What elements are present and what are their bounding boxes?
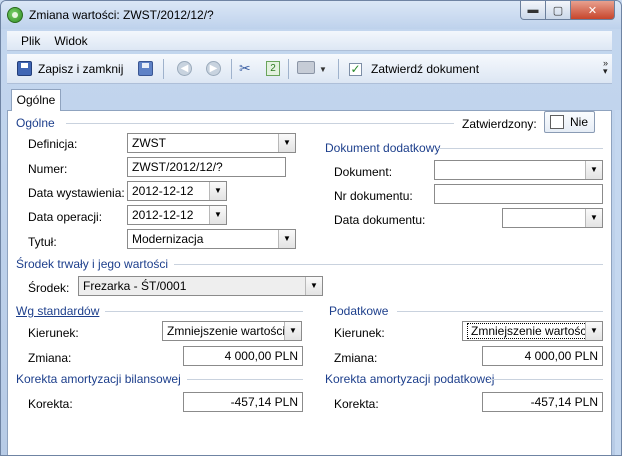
section-divider <box>397 311 603 312</box>
data-operacji-value: 2012-12-12 <box>132 208 194 222</box>
definicja-value: ZWST <box>132 136 166 150</box>
numer-input[interactable]: ZWST/2012/12/? <box>127 157 286 177</box>
approve-icon[interactable]: ✓ <box>349 63 362 76</box>
korekta-label: Korekta: <box>334 397 379 411</box>
tytul-select[interactable]: Modernizacja ▼ <box>127 229 296 249</box>
window-title: Zmiana wartości: ZWST/2012/12/? <box>29 8 214 22</box>
section-divider <box>437 148 603 149</box>
approved-label: Zatwierdzony: <box>462 117 537 131</box>
kierunek-standards-value: Zmniejszenie wartości <box>167 324 286 338</box>
data-wystawienia-label: Data wystawienia: <box>28 186 125 200</box>
section-title-standards: Wg standardów <box>16 304 100 318</box>
title-bar: Zmiana wartości: ZWST/2012/12/? ▬ ▢ ✕ <box>1 1 621 29</box>
section-title-general: Ogólne <box>16 116 55 130</box>
section-title-asset: Środek trwały i jego wartości <box>16 257 169 271</box>
nr-dokumentu-label: Nr dokumentu: <box>334 189 413 203</box>
srodek-value: Frezarka - ŚT/0001 <box>83 279 187 293</box>
chevron-down-icon[interactable]: ▼ <box>585 161 602 179</box>
kierunek-tax-select[interactable]: Zmniejszenie wartości ▼ <box>462 321 603 341</box>
data-operacji-label: Data operacji: <box>28 210 103 224</box>
chevron-down-icon[interactable]: ▼ <box>209 182 226 200</box>
zmiana-label: Zmiana: <box>334 351 378 365</box>
close-icon: ✕ <box>587 4 598 17</box>
chevron-down-icon[interactable]: ▼ <box>209 206 226 224</box>
zmiana-standards-input[interactable]: 4 000,00 PLN <box>183 346 303 366</box>
kierunek-label: Kierunek: <box>334 326 385 340</box>
save-close-button[interactable]: Zapisz i zamknij <box>38 62 123 76</box>
toolbar-overflow-icon[interactable]: » ▾ <box>603 59 608 76</box>
toolbar: Zapisz i zamknij ◀ ▶ ✂ 2 ▼ ✓ Zatwierdź d… <box>7 54 612 84</box>
approved-toggle[interactable]: Nie <box>544 111 595 133</box>
minimize-icon: ▬ <box>527 4 539 16</box>
chevron-down-icon[interactable]: ▼ <box>284 322 301 340</box>
app-icon <box>7 7 23 23</box>
form-panel: Ogólne Zatwierdzony: Nie Definicja: ZWST… <box>7 110 612 455</box>
nr-dokumentu-input[interactable] <box>434 184 603 204</box>
save-icon[interactable] <box>138 61 153 76</box>
maximize-icon: ▢ <box>552 4 564 17</box>
toolbar-separator <box>288 59 289 79</box>
section-title-tax-correction: Korekta amortyzacji podatkowej <box>325 372 495 386</box>
menu-bar: Plik Widok <box>7 31 612 51</box>
close-button[interactable]: ✕ <box>571 1 615 20</box>
definicja-label: Definicja: <box>28 137 78 151</box>
chevron-down-icon[interactable]: ▼ <box>278 230 295 248</box>
toolbar-separator <box>231 59 232 79</box>
tytul-value: Modernizacja <box>132 232 204 246</box>
korekta-balance-input[interactable]: -457,14 PLN <box>183 392 303 412</box>
kierunek-standards-select[interactable]: Zmniejszenie wartości ▼ <box>162 321 302 341</box>
data-dokumentu-picker[interactable]: ▼ <box>502 208 603 228</box>
data-dokumentu-label: Data dokumentu: <box>334 213 426 227</box>
print-dropdown-icon[interactable]: ▼ <box>319 65 327 81</box>
dokument-select[interactable]: ▼ <box>434 160 603 180</box>
chevron-down-icon[interactable]: ▼ <box>305 277 322 295</box>
chevron-down-icon[interactable]: ▼ <box>278 134 295 152</box>
toolbar-separator <box>338 59 339 79</box>
tab-ogolne[interactable]: Ogólne <box>11 89 61 111</box>
tytul-label: Tytuł: <box>28 235 57 249</box>
data-wystawienia-picker[interactable]: 2012-12-12 ▼ <box>127 181 227 201</box>
forward-icon[interactable]: ▶ <box>206 61 221 76</box>
approve-document-button[interactable]: Zatwierdź dokument <box>371 62 479 76</box>
korekta-tax-input[interactable]: -457,14 PLN <box>482 392 603 412</box>
dialog-window: Zmiana wartości: ZWST/2012/12/? ▬ ▢ ✕ Pl… <box>0 0 622 456</box>
window-frame-right <box>615 110 621 455</box>
zmiana-tax-input[interactable]: 4 000,00 PLN <box>482 346 603 366</box>
section-title-balance-correction: Korekta amortyzacji bilansowej <box>16 372 181 386</box>
save-icon[interactable] <box>17 61 32 76</box>
section-title-additional-doc: Dokument dodatkowy <box>325 141 441 155</box>
zmiana-label: Zmiana: <box>28 351 72 365</box>
section-divider <box>187 379 303 380</box>
window-controls: ▬ ▢ ✕ <box>520 1 615 20</box>
section-title-tax: Podatkowe <box>329 304 389 318</box>
section-divider <box>105 311 303 312</box>
refresh-icon[interactable]: 2 <box>266 61 280 76</box>
approved-value: Nie <box>570 115 589 129</box>
tools-icon[interactable]: ✂ <box>239 61 251 77</box>
maximize-button[interactable]: ▢ <box>546 1 571 20</box>
numer-label: Numer: <box>28 162 68 176</box>
section-divider <box>66 123 454 124</box>
chevron-down-icon[interactable]: ▼ <box>585 209 602 227</box>
korekta-label: Korekta: <box>28 397 73 411</box>
kierunek-tax-value: Zmniejszenie wartości <box>467 323 594 339</box>
section-divider <box>174 264 603 265</box>
srodek-select[interactable]: Frezarka - ŚT/0001 ▼ <box>78 276 323 296</box>
data-operacji-picker[interactable]: 2012-12-12 ▼ <box>127 205 227 225</box>
chevron-down-icon[interactable]: ▼ <box>585 322 602 340</box>
dokument-label: Dokument: <box>334 165 393 179</box>
back-icon[interactable]: ◀ <box>177 61 192 76</box>
data-wystawienia-value: 2012-12-12 <box>132 184 194 198</box>
section-divider <box>489 379 603 380</box>
definicja-select[interactable]: ZWST ▼ <box>127 133 296 153</box>
approved-checkbox[interactable] <box>550 115 564 129</box>
minimize-button[interactable]: ▬ <box>520 1 546 20</box>
menu-plik[interactable]: Plik <box>21 34 40 48</box>
kierunek-label: Kierunek: <box>28 326 79 340</box>
toolbar-separator <box>163 59 164 79</box>
srodek-label: Środek: <box>28 281 70 295</box>
menu-widok[interactable]: Widok <box>54 34 87 48</box>
print-icon[interactable] <box>297 61 315 74</box>
